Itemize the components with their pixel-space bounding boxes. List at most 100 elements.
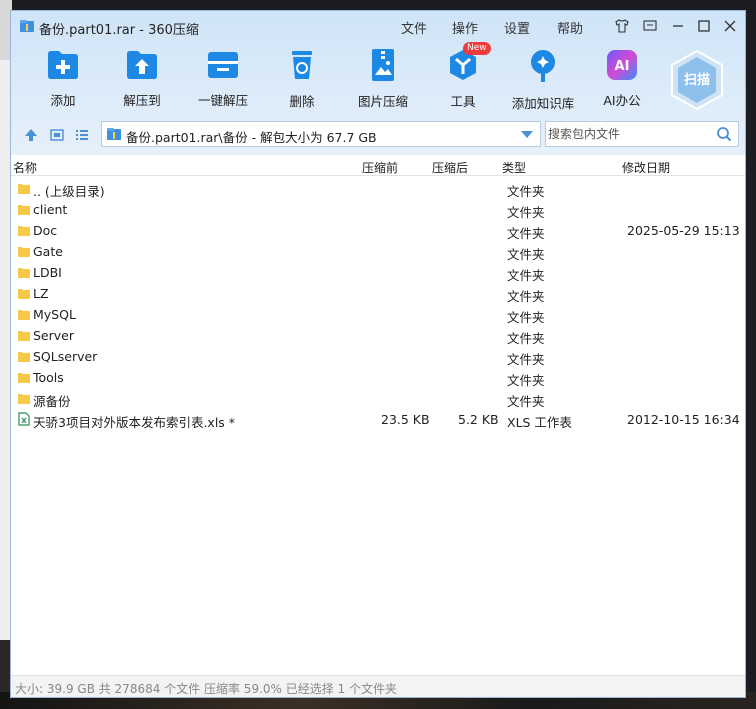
list-view-icon[interactable] [74, 127, 90, 143]
top-area: 备份.part01.rar - 360压缩 文件 操作 设置 帮助 添加 解压到… [11, 11, 745, 155]
folder-icon [18, 394, 30, 404]
column-modified-date[interactable]: 修改日期 [622, 159, 670, 176]
file-name: 天骄3项目对外版本发布索引表.xls * [33, 415, 236, 430]
file-name: SQLserver [33, 349, 98, 364]
file-type: 文件夹 [507, 205, 545, 220]
file-type: 文件夹 [507, 394, 545, 409]
file-type: 文件夹 [507, 310, 545, 325]
file-size-after: 5.2 KB [458, 412, 499, 427]
maximize-icon[interactable] [695, 17, 713, 35]
menu-file[interactable]: 文件 [401, 18, 427, 37]
table-row[interactable]: SQLserver 文件夹 [11, 346, 745, 367]
file-type: 文件夹 [507, 268, 545, 283]
column-type[interactable]: 类型 [502, 159, 526, 176]
table-row[interactable]: 源备份 文件夹 [11, 388, 745, 409]
folder-icon [18, 184, 30, 194]
folder-icon [18, 205, 30, 215]
file-type: 文件夹 [507, 289, 545, 304]
ai-office-icon: AI [603, 47, 641, 82]
menu-settings[interactable]: 设置 [504, 18, 530, 37]
image-compress-label: 图片压缩 [357, 94, 408, 109]
folder-icon [18, 373, 30, 383]
table-row[interactable]: Doc 文件夹 2025-05-29 15:13 [11, 220, 745, 241]
menu-operate[interactable]: 操作 [452, 18, 478, 37]
add-button[interactable]: 添加 [28, 47, 98, 109]
table-row-parent[interactable]: .. (上级目录) 文件夹 [11, 178, 745, 199]
file-name: Doc [33, 223, 58, 238]
table-row[interactable]: Gate 文件夹 [11, 241, 745, 262]
folder-icon [18, 247, 30, 257]
thumbnail-view-icon[interactable] [49, 127, 65, 143]
file-name: Server [33, 328, 74, 343]
minimize-icon[interactable] [669, 17, 687, 35]
archive-app-icon [20, 20, 34, 32]
scan-label: 扫描 [683, 73, 710, 88]
search-box [545, 121, 739, 147]
column-size-after[interactable]: 压缩后 [432, 159, 468, 176]
folder-icon [18, 289, 30, 299]
add-icon [44, 47, 82, 82]
file-type: XLS 工作表 [507, 415, 572, 430]
file-name: client [33, 202, 68, 217]
status-bar: 大小: 39.9 GB 共 278684 个文件 压缩率 59.0% 已经选择 … [11, 675, 745, 697]
scan-button[interactable]: 扫描 [669, 49, 725, 111]
image-compress-button[interactable]: 图片压缩 [348, 47, 418, 109]
add-label: 添加 [50, 93, 76, 108]
file-name: 源备份 [33, 394, 71, 409]
tools-label: 工具 [450, 94, 476, 109]
table-row[interactable]: MySQL 文件夹 [11, 304, 745, 325]
menu-help[interactable]: 帮助 [557, 18, 583, 37]
one-click-extract-button[interactable]: 一键解压 [188, 47, 258, 109]
extract-to-icon [123, 47, 161, 82]
column-size-before[interactable]: 压缩前 [362, 159, 398, 176]
add-knowledge-base-button[interactable]: 添加知识库 [508, 47, 578, 111]
search-input[interactable] [548, 124, 708, 144]
up-arrow-icon[interactable] [23, 127, 39, 143]
file-type: 文件夹 [507, 373, 545, 388]
tools-button[interactable]: 工具 [428, 47, 498, 109]
chevron-down-icon[interactable] [520, 130, 534, 140]
file-type: 文件夹 [507, 247, 545, 262]
search-icon[interactable] [716, 126, 732, 142]
new-badge: New [463, 42, 491, 55]
ai-office-label: AI办公 [603, 93, 641, 108]
skin-icon[interactable] [613, 17, 631, 35]
table-row[interactable]: client 文件夹 [11, 199, 745, 220]
table-row[interactable]: LDBI 文件夹 [11, 262, 745, 283]
trash-icon [283, 47, 321, 83]
extract-to-button[interactable]: 解压到 [107, 47, 177, 109]
delete-button[interactable]: 删除 [267, 47, 337, 109]
file-type: 文件夹 [507, 184, 545, 199]
feedback-icon[interactable] [641, 17, 659, 35]
folder-icon [18, 352, 30, 362]
folder-icon [18, 310, 30, 320]
file-size-before: 23.5 KB [381, 412, 430, 427]
table-row[interactable]: LZ 文件夹 [11, 283, 745, 304]
table-row[interactable]: Tools 文件夹 [11, 367, 745, 388]
close-icon[interactable] [721, 17, 739, 35]
ai-office-button[interactable]: AI AI办公 [587, 47, 657, 109]
archive-path-icon [107, 128, 121, 140]
file-date: 2025-05-29 15:13 [627, 223, 740, 238]
column-name[interactable]: 名称 [13, 159, 37, 176]
status-text: 大小: 39.9 GB 共 278684 个文件 压缩率 59.0% 已经选择 … [15, 682, 398, 696]
file-type: 文件夹 [507, 331, 545, 346]
file-name: LZ [33, 286, 49, 301]
table-row[interactable]: Server 文件夹 [11, 325, 745, 346]
file-name: LDBI [33, 265, 62, 280]
image-compress-icon [364, 47, 402, 83]
title-bar[interactable]: 备份.part01.rar - 360压缩 文件 操作 设置 帮助 [11, 11, 745, 41]
path-bar[interactable]: 备份.part01.rar\备份 - 解包大小为 67.7 GB [101, 121, 541, 147]
archive-window: 备份.part01.rar - 360压缩 文件 操作 设置 帮助 添加 解压到… [10, 10, 746, 698]
folder-icon [18, 331, 30, 341]
xls-file-icon [18, 412, 30, 426]
window-title: 备份.part01.rar - 360压缩 [39, 23, 199, 38]
file-name: Gate [33, 244, 63, 259]
file-type: 文件夹 [507, 352, 545, 367]
delete-label: 删除 [289, 94, 315, 109]
table-row[interactable]: 天骄3项目对外版本发布索引表.xls * 23.5 KB 5.2 KB XLS … [11, 409, 745, 430]
address-row: 备份.part01.rar\备份 - 解包大小为 67.7 GB [11, 119, 745, 151]
knowledge-base-icon [524, 47, 562, 85]
file-name: .. (上级目录) [33, 184, 105, 199]
extract-to-label: 解压到 [123, 93, 161, 108]
